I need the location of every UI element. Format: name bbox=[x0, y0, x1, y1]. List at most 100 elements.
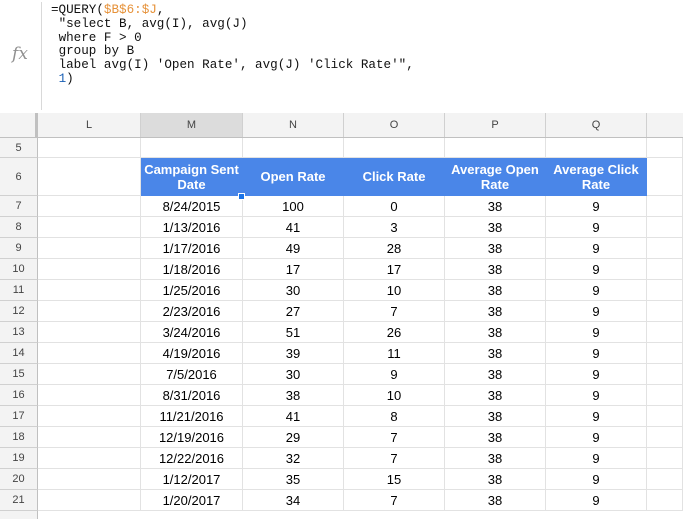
cell-open-rate[interactable]: 27 bbox=[243, 301, 344, 322]
formula-input[interactable]: =QUERY($B$6:$J, "select B, avg(I), avg(J… bbox=[51, 3, 414, 87]
cell-click-rate[interactable]: 7 bbox=[344, 427, 445, 448]
grid-cell[interactable] bbox=[647, 490, 683, 511]
cell-average-open-rate[interactable]: 38 bbox=[445, 196, 546, 217]
row-header[interactable]: 15 bbox=[0, 364, 38, 385]
row-header[interactable]: 20 bbox=[0, 469, 38, 490]
cell-average-open-rate[interactable]: 38 bbox=[445, 385, 546, 406]
cell-date[interactable]: 1/20/2017 bbox=[141, 490, 243, 511]
cell-average-open-rate[interactable]: 38 bbox=[445, 406, 546, 427]
cell-average-click-rate[interactable]: 9 bbox=[546, 490, 647, 511]
cell-average-click-rate[interactable]: 9 bbox=[546, 217, 647, 238]
cell-average-open-rate[interactable]: 38 bbox=[445, 322, 546, 343]
row-header[interactable]: 6 bbox=[0, 158, 38, 196]
row-header[interactable]: 12 bbox=[0, 301, 38, 322]
column-header-n[interactable]: N bbox=[243, 113, 344, 137]
cell-average-open-rate[interactable]: 38 bbox=[445, 238, 546, 259]
grid-cell[interactable] bbox=[647, 343, 683, 364]
row-header[interactable]: 7 bbox=[0, 196, 38, 217]
cell-click-rate[interactable]: 10 bbox=[344, 385, 445, 406]
grid-cell[interactable] bbox=[38, 158, 141, 196]
cell-click-rate[interactable]: 8 bbox=[344, 406, 445, 427]
cell-open-rate[interactable]: 41 bbox=[243, 217, 344, 238]
grid-cell[interactable] bbox=[38, 217, 141, 238]
cell-average-open-rate[interactable]: 38 bbox=[445, 280, 546, 301]
cell-average-open-rate[interactable]: 38 bbox=[445, 364, 546, 385]
grid-cell[interactable] bbox=[647, 406, 683, 427]
cell-average-click-rate[interactable]: 9 bbox=[546, 364, 647, 385]
cell-click-rate[interactable]: 7 bbox=[344, 490, 445, 511]
row-header[interactable]: 21 bbox=[0, 490, 38, 511]
cell-average-click-rate[interactable]: 9 bbox=[546, 301, 647, 322]
cell-average-click-rate[interactable]: 9 bbox=[546, 343, 647, 364]
grid-cell[interactable] bbox=[38, 448, 141, 469]
cell-open-rate[interactable]: 35 bbox=[243, 469, 344, 490]
grid-cell[interactable] bbox=[38, 343, 141, 364]
column-header-l[interactable]: L bbox=[38, 113, 141, 137]
cell-open-rate[interactable]: 34 bbox=[243, 490, 344, 511]
grid-cell[interactable] bbox=[38, 238, 141, 259]
cell-date[interactable]: 12/19/2016 bbox=[141, 427, 243, 448]
cell-open-rate[interactable]: 30 bbox=[243, 364, 344, 385]
cell-date[interactable]: 7/5/2016 bbox=[141, 364, 243, 385]
cell-average-click-rate[interactable]: 9 bbox=[546, 196, 647, 217]
cell-click-rate[interactable]: 17 bbox=[344, 259, 445, 280]
grid-cell[interactable] bbox=[647, 301, 683, 322]
cell-open-rate[interactable]: 30 bbox=[243, 280, 344, 301]
cell-average-click-rate[interactable]: 9 bbox=[546, 259, 647, 280]
cell-open-rate[interactable]: 100 bbox=[243, 196, 344, 217]
grid-cell[interactable] bbox=[445, 138, 546, 158]
column-header-m[interactable]: M bbox=[141, 113, 243, 137]
grid-cell[interactable] bbox=[38, 259, 141, 280]
cell-open-rate[interactable]: 39 bbox=[243, 343, 344, 364]
grid-cell[interactable] bbox=[647, 196, 683, 217]
grid-cell[interactable] bbox=[647, 158, 683, 196]
grid-cell[interactable] bbox=[647, 322, 683, 343]
grid-cell[interactable] bbox=[647, 138, 683, 158]
row-header[interactable]: 9 bbox=[0, 238, 38, 259]
cell-click-rate[interactable]: 3 bbox=[344, 217, 445, 238]
grid-cell[interactable] bbox=[647, 259, 683, 280]
cell-click-rate[interactable]: 28 bbox=[344, 238, 445, 259]
cell-click-rate[interactable]: 26 bbox=[344, 322, 445, 343]
cell-click-rate[interactable]: 7 bbox=[344, 448, 445, 469]
grid-cell[interactable] bbox=[38, 385, 141, 406]
cell-average-click-rate[interactable]: 9 bbox=[546, 469, 647, 490]
select-all-corner[interactable] bbox=[0, 113, 38, 137]
cell-average-click-rate[interactable]: 9 bbox=[546, 448, 647, 469]
grid-cell[interactable] bbox=[647, 238, 683, 259]
cell-average-click-rate[interactable]: 9 bbox=[546, 280, 647, 301]
cell-open-rate[interactable]: 38 bbox=[243, 385, 344, 406]
cell-date[interactable]: 1/17/2016 bbox=[141, 238, 243, 259]
cell-average-click-rate[interactable]: 9 bbox=[546, 322, 647, 343]
cell-date[interactable]: 4/19/2016 bbox=[141, 343, 243, 364]
grid-cell[interactable] bbox=[647, 427, 683, 448]
grid-cell[interactable] bbox=[647, 448, 683, 469]
grid-cell[interactable] bbox=[141, 138, 243, 158]
grid-cell[interactable] bbox=[647, 280, 683, 301]
cell-open-rate[interactable]: 17 bbox=[243, 259, 344, 280]
row-header[interactable]: 14 bbox=[0, 343, 38, 364]
grid-cell[interactable] bbox=[647, 217, 683, 238]
column-header-o[interactable]: O bbox=[344, 113, 445, 137]
row-header[interactable]: 11 bbox=[0, 280, 38, 301]
row-header[interactable]: 13 bbox=[0, 322, 38, 343]
grid-cell[interactable] bbox=[647, 469, 683, 490]
formula-bar[interactable]: fx =QUERY($B$6:$J, "select B, avg(I), av… bbox=[0, 0, 683, 114]
cell-average-open-rate[interactable]: 38 bbox=[445, 490, 546, 511]
selection-fill-handle[interactable] bbox=[238, 193, 245, 200]
row-header[interactable]: 10 bbox=[0, 259, 38, 280]
cell-average-open-rate[interactable]: 38 bbox=[445, 469, 546, 490]
header-click-rate[interactable]: Click Rate bbox=[344, 158, 445, 196]
header-open-rate[interactable]: Open Rate bbox=[243, 158, 344, 196]
cell-open-rate[interactable]: 29 bbox=[243, 427, 344, 448]
grid-cell[interactable] bbox=[38, 469, 141, 490]
row-header[interactable]: 5 bbox=[0, 138, 38, 158]
cell-click-rate[interactable]: 10 bbox=[344, 280, 445, 301]
cell-date[interactable]: 11/21/2016 bbox=[141, 406, 243, 427]
cell-average-open-rate[interactable]: 38 bbox=[445, 301, 546, 322]
row-header[interactable]: 16 bbox=[0, 385, 38, 406]
grid-cell[interactable] bbox=[38, 490, 141, 511]
cell-click-rate[interactable]: 0 bbox=[344, 196, 445, 217]
grid-cell[interactable] bbox=[38, 196, 141, 217]
grid-cell[interactable] bbox=[647, 364, 683, 385]
